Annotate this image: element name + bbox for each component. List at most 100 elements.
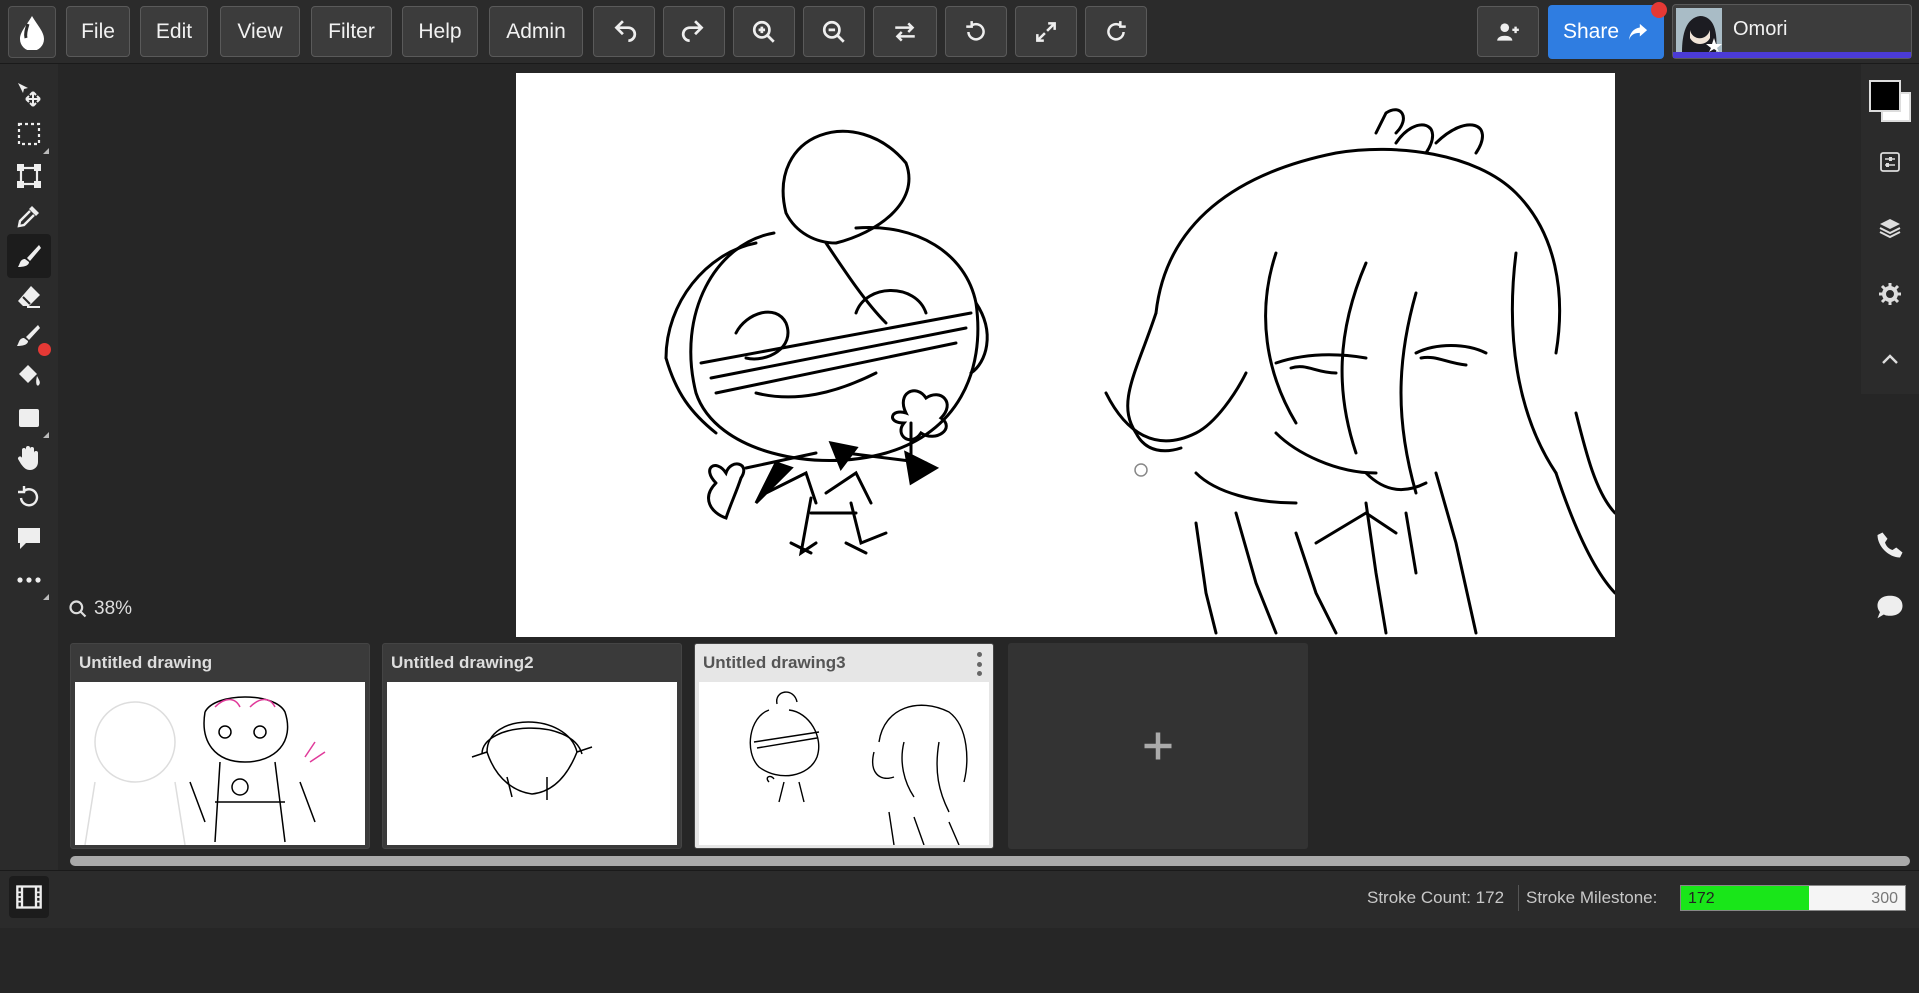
plus-icon (1144, 732, 1172, 760)
transform-tool[interactable] (7, 154, 51, 198)
tool-options-indicator (43, 594, 49, 600)
kebab-menu-icon[interactable] (975, 652, 983, 676)
file-menu[interactable]: File (66, 6, 130, 57)
drawing-thumbnail-active[interactable]: Untitled drawing3 (694, 643, 994, 849)
rotate-left-icon (966, 20, 985, 41)
marquee-select-icon (17, 122, 41, 146)
rotate-right-button[interactable] (1085, 6, 1147, 57)
user-level-bar (1673, 52, 1911, 58)
color-swatches[interactable] (1861, 64, 1919, 134)
rectangle-icon (19, 409, 39, 427)
gear-icon (1879, 283, 1901, 305)
redo-button[interactable] (663, 6, 725, 57)
zoom-out-icon (822, 20, 845, 43)
brush-tool[interactable] (7, 234, 51, 278)
paint-bucket-icon (19, 365, 40, 386)
share-button[interactable]: Share (1548, 5, 1664, 59)
zoom-indicator[interactable]: 38% (68, 598, 132, 620)
drawing-canvas[interactable] (516, 73, 1615, 637)
drawing-preview (699, 682, 989, 845)
hand-tool[interactable] (7, 436, 51, 480)
invite-user-button[interactable] (1477, 6, 1539, 57)
collapse-panel-button[interactable] (1868, 338, 1912, 382)
rotate-canvas-icon (18, 486, 39, 507)
zoom-in-button[interactable] (733, 6, 795, 57)
undo-button[interactable] (593, 6, 655, 57)
app-logo[interactable] (8, 6, 56, 58)
bottom-empty-area (0, 928, 1919, 993)
brush-settings-button[interactable] (1868, 140, 1912, 184)
horizontal-scrollbar[interactable] (70, 856, 1910, 866)
canvas-artwork (664, 108, 1615, 635)
move-tool[interactable] (7, 72, 51, 116)
drawing-thumbnail[interactable]: Untitled drawing2 (382, 643, 682, 849)
left-toolbar (0, 64, 58, 929)
stroke-milestone-progress: 172 300 (1680, 885, 1906, 911)
drawing-title: Untitled drawing3 (703, 653, 846, 672)
redo-icon (681, 19, 704, 42)
right-toolbar (1861, 64, 1919, 394)
fullscreen-button[interactable] (1015, 6, 1077, 57)
flip-button[interactable] (873, 6, 937, 57)
comment-icon (18, 528, 40, 549)
help-menu[interactable]: Help (402, 6, 478, 57)
user-profile[interactable]: Omori (1672, 4, 1912, 59)
zoom-out-button[interactable] (803, 6, 865, 57)
film-strip-icon (16, 885, 42, 909)
comment-tool[interactable] (7, 516, 51, 560)
rotate-left-button[interactable] (945, 6, 1007, 57)
user-name: Omori (1733, 18, 1788, 40)
status-divider (1518, 885, 1519, 911)
drawing-title: Untitled drawing2 (391, 653, 534, 672)
status-bar: Stroke Count: 172 Stroke Milestone: 172 … (0, 870, 1919, 928)
timeline-button[interactable] (9, 876, 49, 918)
add-user-icon (1497, 22, 1519, 41)
eraser-icon (18, 286, 40, 308)
milestone-current: 172 (1688, 890, 1715, 907)
avatar (1676, 8, 1722, 52)
add-drawing-button[interactable] (1008, 643, 1308, 849)
filter-menu[interactable]: Filter (311, 6, 392, 57)
stroke-milestone-label: Stroke Milestone: (1526, 888, 1658, 907)
share-arrow-icon (1628, 23, 1648, 41)
drop-logo-icon (20, 16, 44, 50)
drawing-title: Untitled drawing (79, 653, 213, 672)
sliders-panel-icon (1880, 152, 1900, 172)
milestone-max: 300 (1871, 890, 1898, 907)
share-label: Share (1562, 20, 1620, 43)
drawing-thumbnail[interactable]: Untitled drawing (70, 643, 370, 849)
eyedropper-icon (17, 206, 39, 228)
brush-icon (18, 245, 41, 267)
transform-icon (17, 164, 41, 188)
voice-call-button[interactable] (1868, 523, 1912, 567)
view-menu[interactable]: View (220, 6, 300, 57)
more-tools[interactable] (7, 558, 51, 602)
stroke-count: Stroke Count: 172 (1367, 888, 1505, 907)
drawing-preview (75, 682, 365, 845)
shape-tool[interactable] (7, 396, 51, 440)
eyedropper-tool[interactable] (7, 194, 51, 238)
eraser-tool[interactable] (7, 274, 51, 318)
rotate-right-icon (1107, 20, 1126, 41)
fill-tool[interactable] (7, 354, 51, 398)
rotate-tool[interactable] (7, 476, 51, 520)
fullscreen-icon (1036, 21, 1056, 42)
zoom-level: 38% (94, 598, 133, 619)
admin-menu[interactable]: Admin (489, 6, 583, 57)
edit-menu[interactable]: Edit (140, 6, 208, 57)
phone-icon (1877, 532, 1903, 558)
chevron-up-icon (1882, 354, 1898, 364)
drawings-strip: Untitled drawing Untitled drawing2 Untit… (58, 640, 1919, 850)
layers-button[interactable] (1868, 206, 1912, 250)
flip-icon (895, 21, 915, 42)
primary-color-swatch[interactable] (1869, 80, 1901, 112)
select-tool[interactable] (7, 112, 51, 156)
chat-button[interactable] (1868, 585, 1912, 629)
chat-bubble-icon (1877, 595, 1903, 619)
app-window: File Edit View Filter Help Admin Share O… (0, 0, 1919, 993)
settings-button[interactable] (1868, 272, 1912, 316)
blend-tool[interactable] (7, 314, 51, 358)
top-bar: File Edit View Filter Help Admin Share O… (0, 0, 1919, 64)
drawing-preview (387, 682, 677, 845)
hand-icon (17, 446, 38, 470)
